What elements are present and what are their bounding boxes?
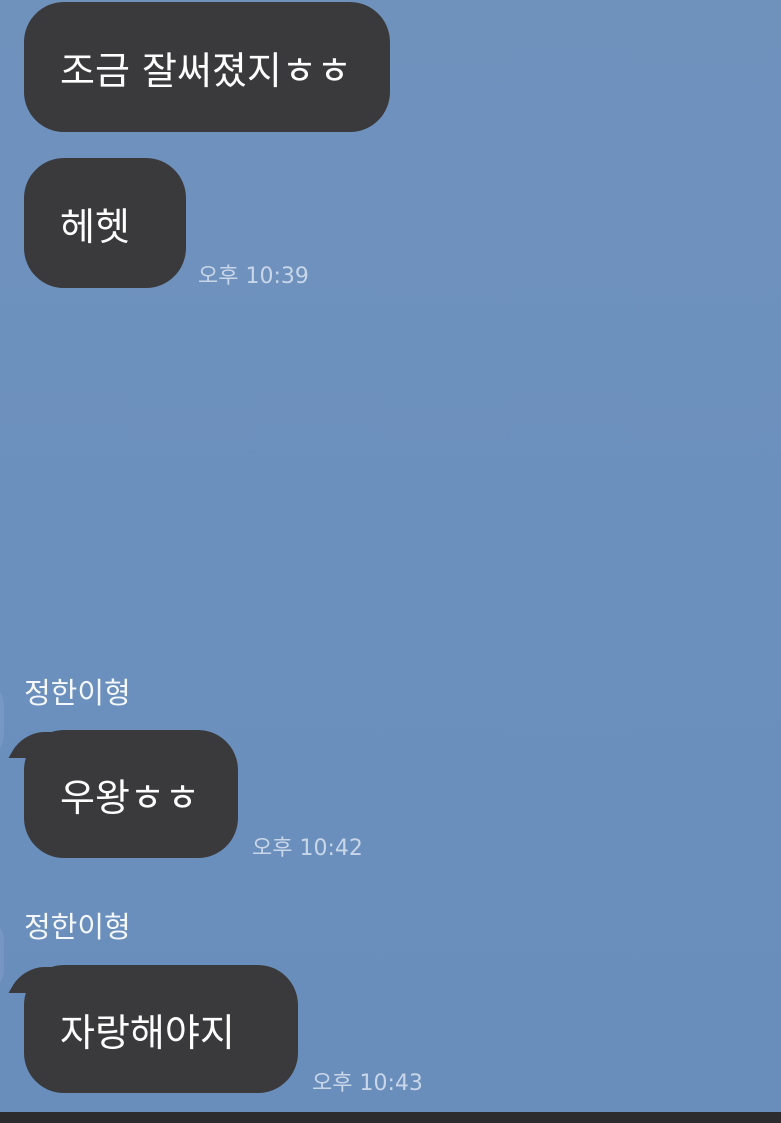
message-bubble[interactable]: 헤헷 — [24, 158, 186, 288]
message-text: 우왕ㅎㅎ — [60, 775, 200, 820]
message-text: 조금 잘써졌지ㅎㅎ — [60, 48, 352, 93]
input-bar-edge — [0, 1112, 781, 1123]
message-bubble[interactable]: 자랑해야지 — [24, 965, 298, 1093]
message-timestamp: 오후 10:43 — [312, 1071, 423, 1096]
sender-name: 정한이형 — [24, 910, 131, 944]
message-text: 자랑해야지 — [60, 1010, 235, 1055]
sender-name: 정한이형 — [24, 676, 131, 710]
message-timestamp: 오후 10:39 — [198, 264, 309, 289]
chat-area[interactable]: 조금 잘써졌지ㅎㅎ 헤헷 오후 10:39 정한이형 우왕ㅎㅎ 오후 10:42… — [0, 0, 781, 1112]
message-timestamp: 오후 10:42 — [252, 836, 363, 861]
sender-avatar[interactable] — [0, 680, 4, 760]
message-bubble[interactable]: 우왕ㅎㅎ — [24, 730, 238, 858]
message-bubble[interactable]: 조금 잘써졌지ㅎㅎ — [24, 2, 390, 132]
message-text: 헤헷 — [60, 204, 130, 249]
sender-avatar[interactable] — [0, 915, 4, 995]
